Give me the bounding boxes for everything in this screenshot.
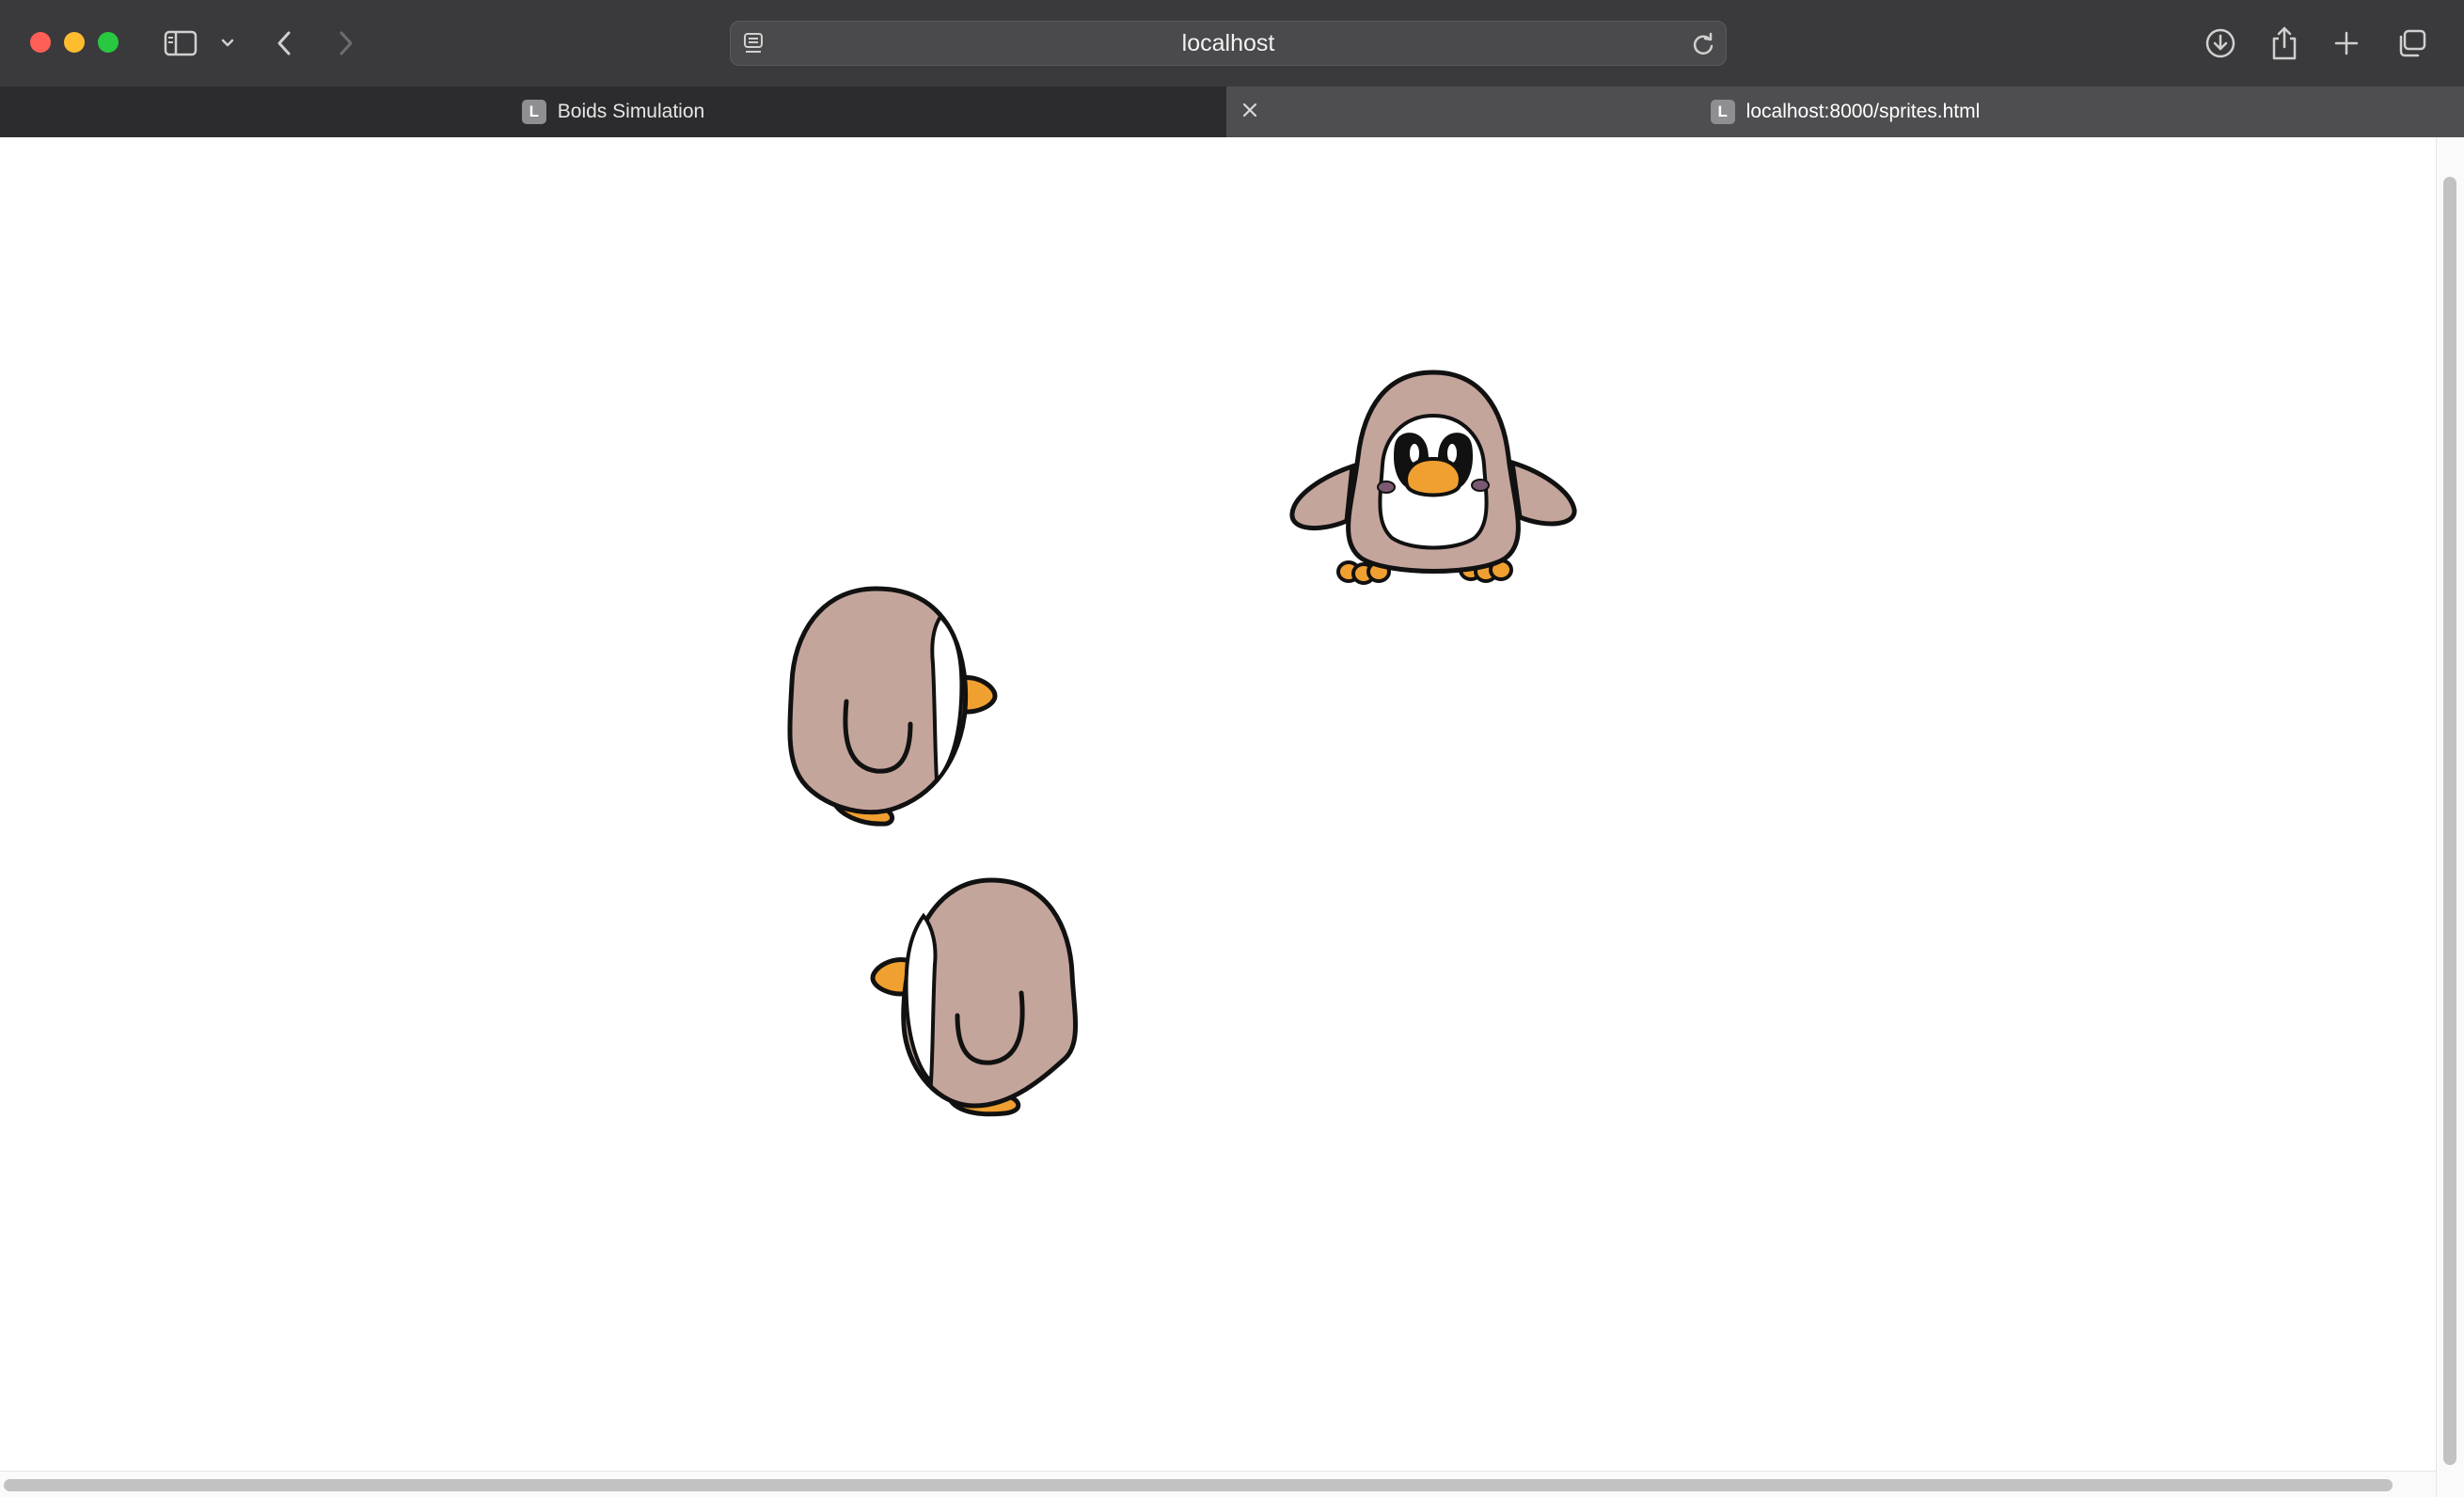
- downloads-button[interactable]: [2203, 24, 2238, 62]
- sidebar-menu-button[interactable]: [216, 24, 239, 62]
- tab-title: Boids Simulation: [557, 101, 705, 122]
- tab-favicon: L: [521, 100, 546, 124]
- minimize-window-button[interactable]: [64, 32, 85, 53]
- tab-title: localhost:8000/sprites.html: [1745, 101, 1981, 122]
- plus-icon: [2332, 29, 2361, 57]
- penguin-side-right-sprite: [787, 586, 998, 827]
- share-button[interactable]: [2267, 24, 2302, 62]
- browser-toolbar: localhost: [0, 0, 2464, 87]
- address-text: localhost: [1181, 30, 1275, 56]
- back-button[interactable]: [271, 24, 299, 62]
- close-tab-button[interactable]: [1238, 100, 1262, 124]
- download-icon: [2204, 27, 2236, 59]
- horizontal-scrollbar-thumb[interactable]: [4, 1479, 2393, 1491]
- page-content: [0, 137, 2436, 1471]
- tab-boids-simulation[interactable]: L Boids Simulation: [0, 87, 1226, 137]
- chevron-down-icon: [220, 38, 235, 49]
- tab-bar: L Boids Simulation L localhost:8000/spri…: [0, 87, 2464, 137]
- new-tab-button[interactable]: [2329, 24, 2364, 62]
- vertical-scrollbar-thumb[interactable]: [2443, 177, 2456, 1465]
- sidebar-toggle-button[interactable]: [162, 24, 199, 62]
- tab-overview-icon: [2395, 28, 2427, 58]
- browser-window: localhost L Boids Simulation L localhost…: [0, 0, 2464, 1497]
- chevron-left-icon: [275, 29, 295, 57]
- close-window-button[interactable]: [30, 32, 51, 53]
- tab-sprites[interactable]: L localhost:8000/sprites.html: [1226, 87, 2464, 137]
- vertical-scrollbar[interactable]: [2436, 137, 2464, 1497]
- penguin-front-sprite: [1289, 370, 1577, 585]
- tab-favicon: L: [1710, 100, 1735, 124]
- close-icon: [1241, 102, 1258, 123]
- address-bar[interactable]: localhost: [730, 21, 1727, 66]
- penguin-side-left-sprite: [870, 877, 1078, 1117]
- maximize-window-button[interactable]: [98, 32, 118, 53]
- sidebar-icon: [164, 30, 197, 56]
- chevron-right-icon: [335, 29, 355, 57]
- horizontal-scrollbar[interactable]: [0, 1471, 2436, 1497]
- forward-button[interactable]: [331, 24, 359, 62]
- share-icon: [2269, 25, 2299, 61]
- reload-icon[interactable]: [1690, 31, 1716, 62]
- tab-overview-button[interactable]: [2393, 24, 2430, 62]
